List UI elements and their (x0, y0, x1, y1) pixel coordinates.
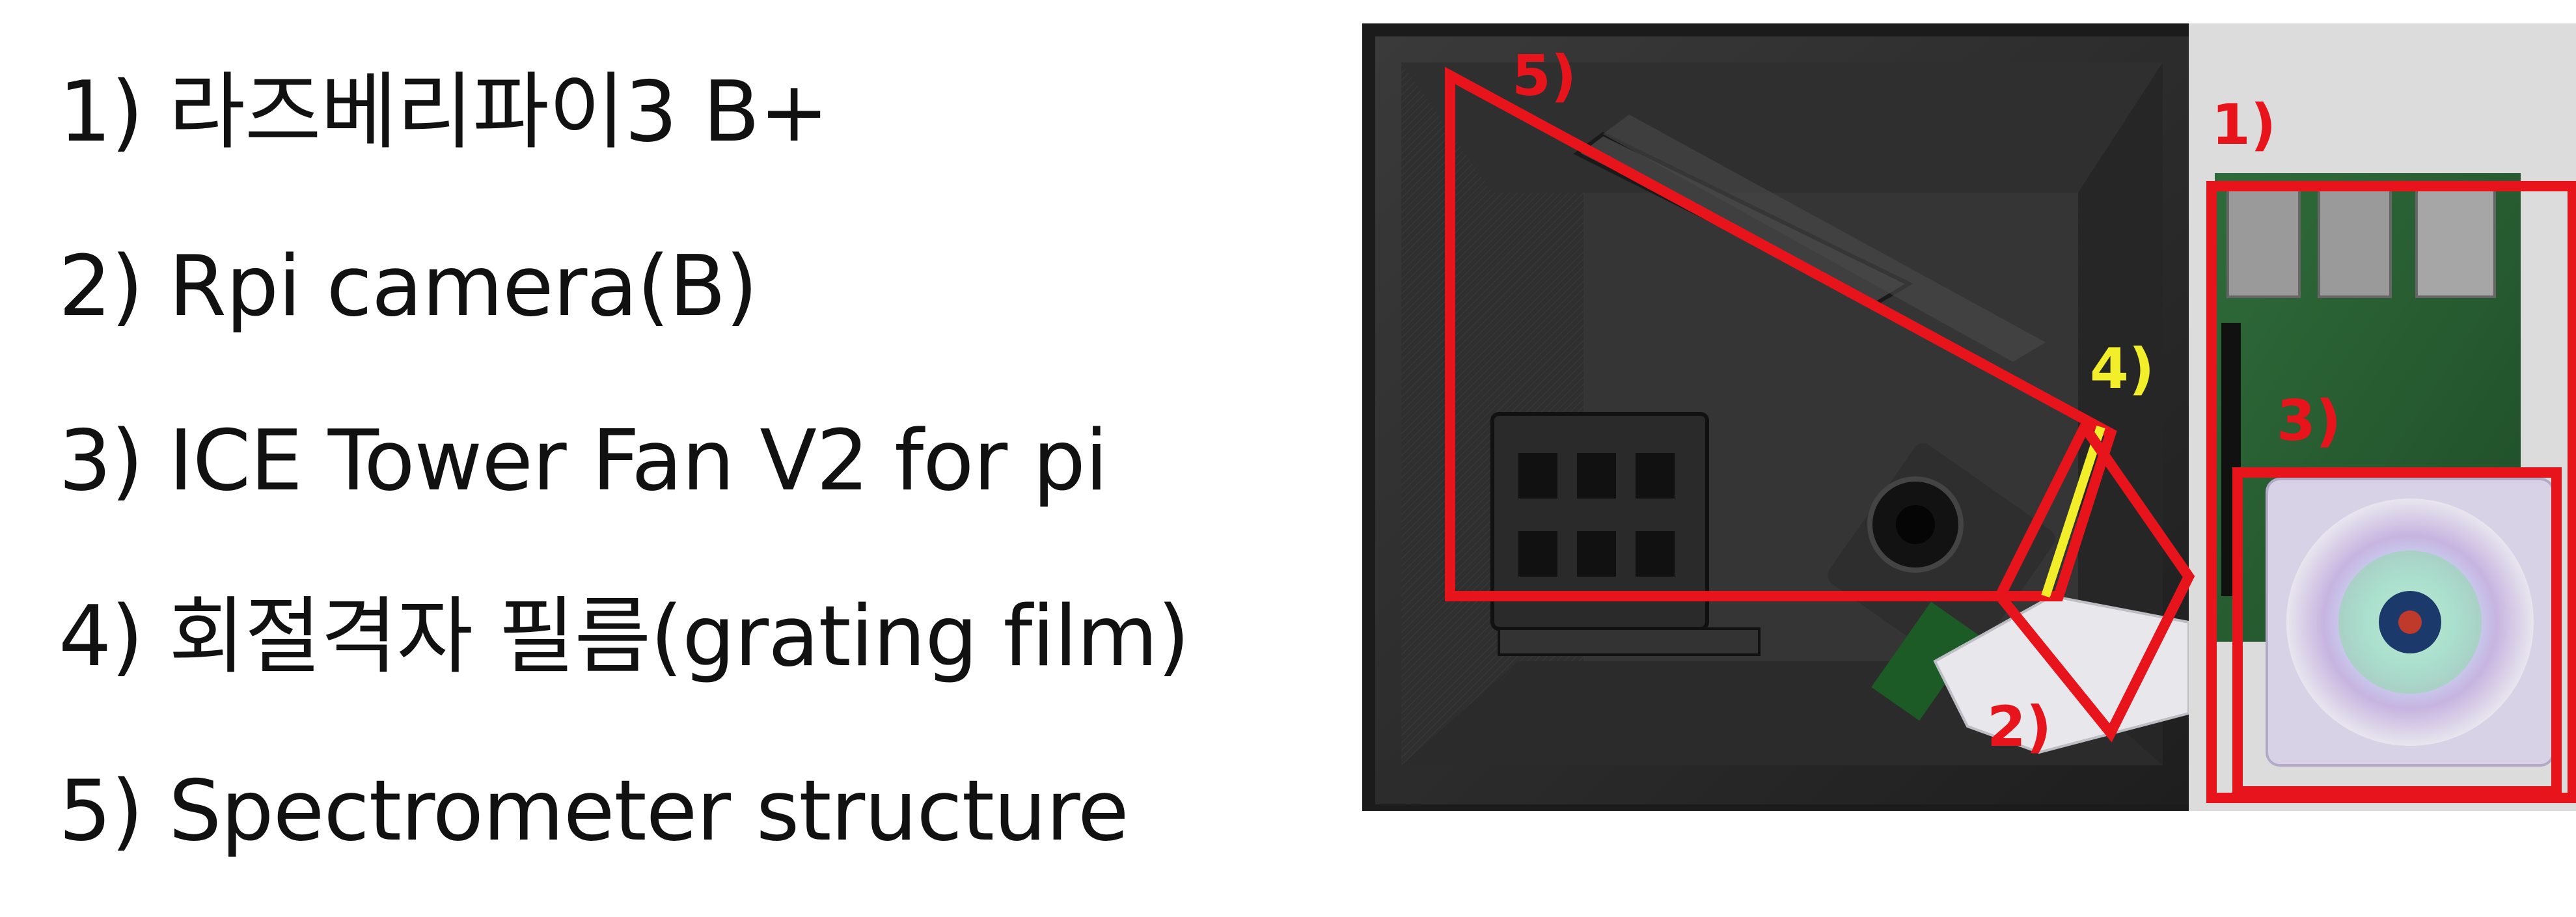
fan-center (2398, 610, 2422, 634)
slit-window (1636, 453, 1675, 499)
slit-window (1518, 453, 1557, 499)
legend-item-rpi-camera: 2) Rpi camera(B) (59, 238, 758, 335)
callout-label-2: 2) (1987, 694, 2051, 760)
annotated-photo: 5) 1) 3) 4) 2) (1362, 23, 2576, 811)
ethernet-port (2415, 185, 2496, 298)
usb-port (2227, 185, 2301, 298)
legend-item-spectrometer-structure: 5) Spectrometer structure (59, 763, 1129, 860)
usb-port (2318, 185, 2392, 298)
slit-window (1518, 531, 1557, 577)
callout-label-3: 3) (2277, 389, 2341, 454)
component-legend: 1) 라즈베리파이3 B+ 2) Rpi camera(B) 3) ICE To… (59, 0, 1347, 917)
legend-item-raspberry-pi: 1) 라즈베리파이3 B+ (59, 64, 829, 161)
legend-item-grating-film: 4) 회절격자 필름(grating film) (59, 588, 1190, 685)
slit-window (1577, 453, 1616, 499)
slit-window (1577, 531, 1616, 577)
slit-base (1498, 627, 1761, 656)
callout-label-1: 1) (2212, 92, 2276, 157)
legend-item-ice-tower-fan: 3) ICE Tower Fan V2 for pi (59, 413, 1108, 510)
slit-window (1636, 531, 1675, 577)
photo-canvas: 5) 1) 3) 4) 2) (1362, 23, 2576, 811)
callout-label-5: 5) (1512, 44, 1576, 109)
callout-label-4: 4) (2090, 336, 2154, 402)
